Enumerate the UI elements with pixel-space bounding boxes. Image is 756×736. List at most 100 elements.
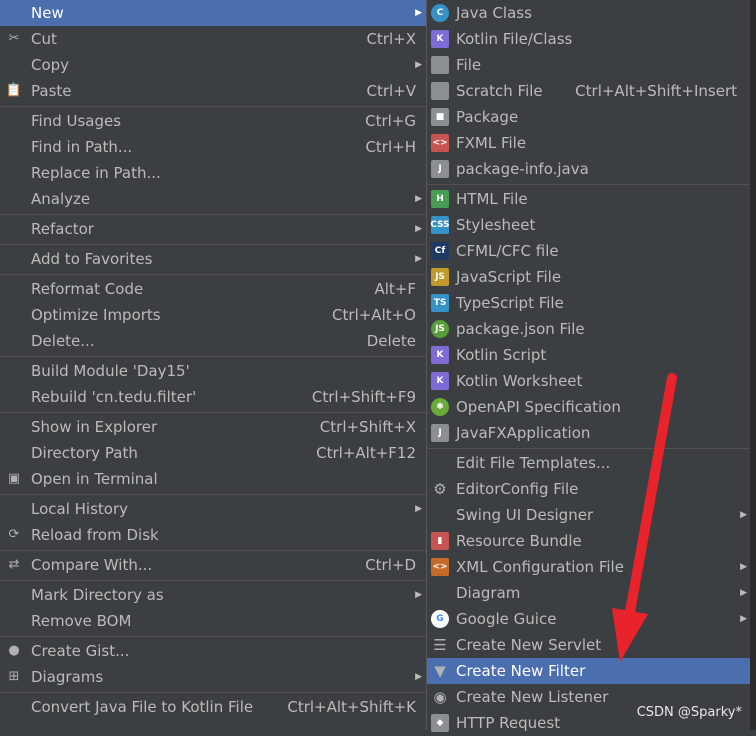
menu-item-reformat-code[interactable]: Reformat Code Alt+F — [0, 276, 426, 302]
menu-item-editorconfig-file[interactable]: ⚙ EditorConfig File — [427, 476, 751, 502]
menu-item-label: Reload from Disk — [31, 526, 159, 544]
menu-item-create-new-filter[interactable]: ▼ Create New Filter — [427, 658, 751, 684]
menu-item-convert-java-file-to-kotlin-file[interactable]: Convert Java File to Kotlin File Ctrl+Alt… — [0, 694, 426, 720]
html-icon: H — [431, 190, 449, 208]
menu-item-compare-with[interactable]: ⇄ Compare With... Ctrl+D — [0, 552, 426, 578]
menu-item-open-in-terminal[interactable]: ▣ Open in Terminal — [0, 466, 426, 492]
menu-item-label: Create New Servlet — [456, 636, 602, 654]
menu-item-label: Optimize Imports — [31, 306, 161, 324]
resource-bundle-icon: ▮ — [431, 532, 449, 550]
submenu-arrow-icon: ▶ — [415, 8, 422, 18]
menu-item-javascript-file[interactable]: JS JavaScript File — [427, 264, 751, 290]
menu-separator — [0, 214, 426, 215]
menu-item-typescript-file[interactable]: TS TypeScript File — [427, 290, 751, 316]
css-icon: CSS — [430, 216, 450, 234]
menu-item-create-gist[interactable]: ● Create Gist... — [0, 638, 426, 664]
kotlin-script-icon: K — [431, 346, 449, 364]
menu-item-rebuild-cn-tedu-filter[interactable]: Rebuild 'cn.tedu.filter' Ctrl+Shift+F9 — [0, 384, 426, 410]
menu-item-label: XML Configuration File — [456, 558, 624, 576]
menu-item-shortcut: Ctrl+Alt+Shift+K — [287, 698, 416, 716]
menu-item-mark-directory-as[interactable]: Mark Directory as ▶ — [0, 582, 426, 608]
menu-item-shortcut: Ctrl+Alt+F12 — [316, 444, 416, 462]
menu-item-show-in-explorer[interactable]: Show in Explorer Ctrl+Shift+X — [0, 414, 426, 440]
diagram-icon: ⊞ — [8, 669, 20, 684]
menu-item-kotlin-file-class[interactable]: K Kotlin File/Class — [427, 26, 751, 52]
menu-item-html-file[interactable]: H HTML File — [427, 186, 751, 212]
menu-item-copy[interactable]: Copy ▶ — [0, 52, 426, 78]
menu-item-label: Cut — [31, 30, 57, 48]
menu-item-paste[interactable]: 📋 Paste Ctrl+V — [0, 78, 426, 104]
menu-item-label: New — [31, 4, 64, 22]
menu-item-label: Create New Listener — [456, 688, 609, 706]
menu-item-new[interactable]: New ▶ — [0, 0, 426, 26]
menu-item-openapi-specification[interactable]: ✱ OpenAPI Specification — [427, 394, 751, 420]
menu-item-edit-file-templates[interactable]: Edit File Templates... — [427, 450, 751, 476]
menu-item-label: Add to Favorites — [31, 250, 153, 268]
menu-item-label: Find Usages — [31, 112, 122, 130]
menu-item-label: Google Guice — [456, 610, 557, 628]
menu-item-optimize-imports[interactable]: Optimize Imports Ctrl+Alt+O — [0, 302, 426, 328]
openapi-icon: ✱ — [431, 398, 449, 416]
menu-item-cfml-cfc-file[interactable]: Cf CFML/CFC file — [427, 238, 751, 264]
menu-item-build-module-day15[interactable]: Build Module 'Day15' — [0, 358, 426, 384]
menu-item-directory-path[interactable]: Directory Path Ctrl+Alt+F12 — [0, 440, 426, 466]
menu-item-file[interactable]: File — [427, 52, 751, 78]
menu-item-stylesheet[interactable]: CSS Stylesheet — [427, 212, 751, 238]
menu-item-refactor[interactable]: Refactor ▶ — [0, 216, 426, 242]
servlet-icon: ☰ — [433, 636, 447, 654]
menu-item-diagram[interactable]: Diagram ▶ — [427, 580, 751, 606]
menu-item-label: Build Module 'Day15' — [31, 362, 190, 380]
menu-item-scratch-file[interactable]: Scratch File Ctrl+Alt+Shift+Insert — [427, 78, 751, 104]
menu-item-kotlin-worksheet[interactable]: K Kotlin Worksheet — [427, 368, 751, 394]
menu-separator — [0, 356, 426, 357]
menu-item-diagrams[interactable]: ⊞ Diagrams ▶ — [0, 664, 426, 690]
fxml-icon: <> — [431, 134, 449, 152]
reload-icon: ⟳ — [8, 527, 20, 542]
menu-item-reload-from-disk[interactable]: ⟳ Reload from Disk — [0, 522, 426, 548]
menu-item-label: CFML/CFC file — [456, 242, 559, 260]
menu-item-xml-configuration-file[interactable]: <> XML Configuration File ▶ — [427, 554, 751, 580]
menu-item-find-usages[interactable]: Find Usages Ctrl+G — [0, 108, 426, 134]
menu-item-remove-bom[interactable]: Remove BOM — [0, 608, 426, 634]
menu-item-swing-ui-designer[interactable]: Swing UI Designer ▶ — [427, 502, 751, 528]
menu-item-javafxapplication[interactable]: J JavaFXApplication — [427, 420, 751, 446]
menu-item-replace-in-path[interactable]: Replace in Path... — [0, 160, 426, 186]
watermark: CSDN @Sparky* — [636, 705, 742, 720]
menu-item-cut[interactable]: ✂ Cut Ctrl+X — [0, 26, 426, 52]
menu-item-shortcut: Ctrl+Shift+F9 — [311, 388, 416, 406]
menu-item-label: Create New Filter — [456, 662, 586, 680]
menu-item-label: Resource Bundle — [456, 532, 582, 550]
menu-item-analyze[interactable]: Analyze ▶ — [0, 186, 426, 212]
gear-icon: ⚙ — [433, 480, 447, 498]
menu-item-label: JavaFXApplication — [456, 424, 591, 442]
menu-item-label: File — [456, 56, 482, 74]
menu-item-package[interactable]: ■ Package — [427, 104, 751, 130]
menu-item-package-info-java[interactable]: Jpackage-info.java — [427, 156, 751, 182]
http-icon: ◆ — [431, 714, 449, 732]
menu-item-label: Mark Directory as — [31, 586, 164, 604]
menu-item-fxml-file[interactable]: <> FXML File — [427, 130, 751, 156]
menu-item-local-history[interactable]: Local History ▶ — [0, 496, 426, 522]
menu-item-shortcut: Ctrl+V — [366, 82, 416, 100]
menu-separator — [0, 550, 426, 551]
menu-item-create-new-servlet[interactable]: ☰ Create New Servlet — [427, 632, 751, 658]
menu-item-shortcut: Ctrl+Alt+Shift+Insert — [575, 82, 737, 100]
menu-item-find-in-path[interactable]: Find in Path... Ctrl+H — [0, 134, 426, 160]
menu-item-google-guice[interactable]: G Google Guice ▶ — [427, 606, 751, 632]
menu-item-label: Kotlin File/Class — [456, 30, 573, 48]
menu-separator — [0, 412, 426, 413]
menu-item-label: Package — [456, 108, 519, 126]
submenu-arrow-icon: ▶ — [740, 588, 747, 598]
menu-item-resource-bundle[interactable]: ▮ Resource Bundle — [427, 528, 751, 554]
menu-item-package-json-file[interactable]: JS package.json File — [427, 316, 751, 342]
menu-item-shortcut: Ctrl+H — [365, 138, 416, 156]
menu-item-java-class[interactable]: C Java Class — [427, 0, 751, 26]
menu-separator — [0, 494, 426, 495]
submenu-arrow-icon: ▶ — [740, 614, 747, 624]
menu-item-add-to-favorites[interactable]: Add to Favorites ▶ — [0, 246, 426, 272]
submenu-arrow-icon: ▶ — [415, 590, 422, 600]
menu-item-kotlin-script[interactable]: K Kotlin Script — [427, 342, 751, 368]
terminal-icon: ▣ — [7, 471, 21, 486]
menu-item-label: Copy — [31, 56, 70, 74]
menu-item-delete[interactable]: Delete... Delete — [0, 328, 426, 354]
